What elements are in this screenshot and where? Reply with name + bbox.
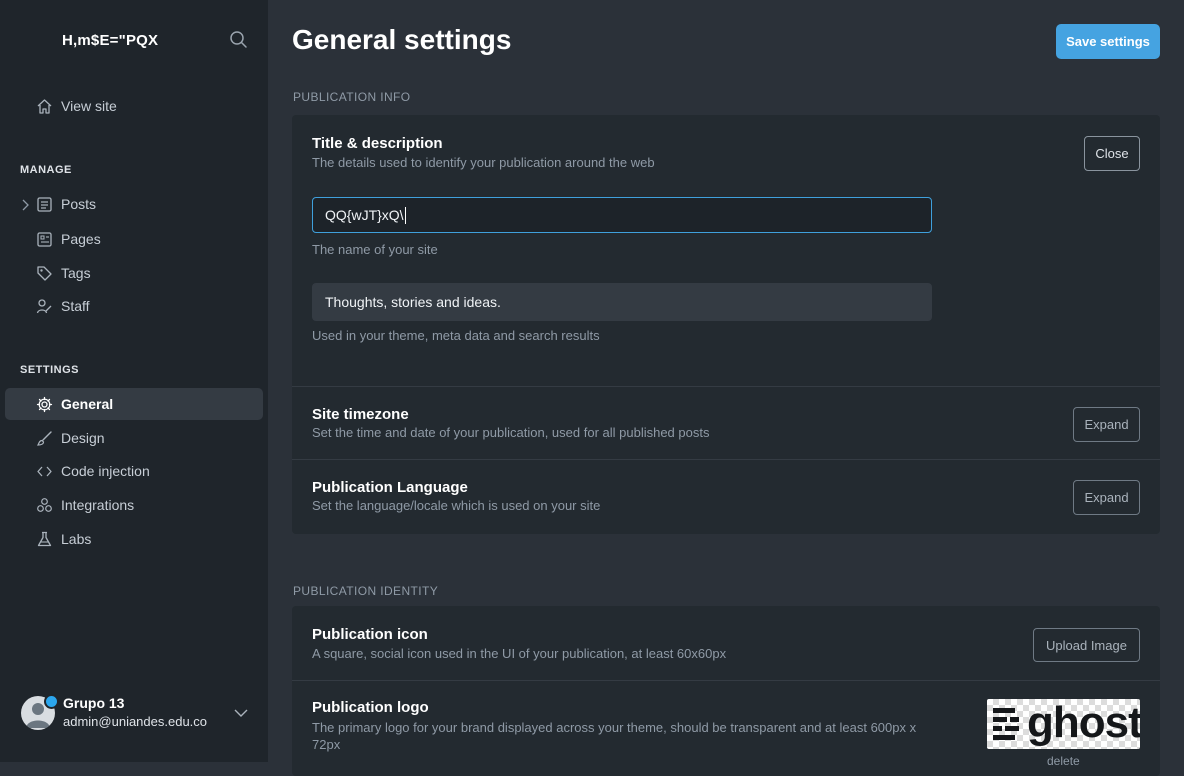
delete-logo-link[interactable]: delete [1047,754,1080,768]
nav-view-site-label: View site [61,98,117,114]
title-description-desc: The details used to identify your public… [312,155,655,170]
nav-tags-label: Tags [61,265,91,281]
nav-code-injection[interactable]: Code injection [5,455,263,487]
nav-tags[interactable]: Tags [5,257,263,289]
nav-labs-label: Labs [61,531,92,547]
nav-labs[interactable]: Labs [5,523,263,555]
nav-staff[interactable]: Staff [5,290,263,322]
nav-pages-label: Pages [61,231,101,247]
publication-info-card: Title & description The details used to … [292,115,1160,534]
sidebar-header: H,m$E="PQX [0,30,268,52]
timezone-title: Site timezone [312,406,409,423]
upload-icon-button[interactable]: Upload Image [1033,628,1140,662]
language-desc: Set the language/locale which is used on… [312,498,601,513]
publication-logo-desc: The primary logo for your brand displaye… [312,720,917,752]
brush-icon [36,430,53,447]
publication-identity-label: PUBLICATION IDENTITY [293,584,439,598]
manage-section-label: MANAGE [20,164,72,176]
site-description-input-value: Thoughts, stories and ideas. [325,294,501,310]
divider [292,459,1160,460]
timezone-desc: Set the time and date of your publicatio… [312,425,710,440]
nav-code-injection-label: Code injection [61,463,150,479]
gear-icon [36,396,53,413]
nav-integrations-label: Integrations [61,497,135,513]
publication-logo-image[interactable]: ghost [987,699,1140,749]
pages-icon [36,231,53,248]
site-title-input-value: QQ{wJT}xQ\ [325,207,404,223]
user-name: Grupo 13 [63,695,125,711]
nav-view-site[interactable]: View site [5,90,263,122]
nav-general[interactable]: General [5,388,263,420]
tag-icon [36,265,53,282]
divider [292,386,1160,387]
text-cursor [404,206,406,224]
search-icon[interactable] [229,30,249,50]
nav-design-label: Design [61,430,105,446]
posts-icon [36,196,53,213]
language-expand-button[interactable]: Expand [1073,480,1140,515]
nav-general-label: General [61,396,114,412]
save-settings-button[interactable]: Save settings [1056,24,1160,59]
home-icon [36,98,53,115]
site-title-hint: The name of your site [312,242,438,257]
language-title: Publication Language [312,479,468,496]
user-menu[interactable]: Grupo 13 admin@uniandes.edu.co [0,690,268,740]
ghost-logo-text: ghost [1027,699,1140,747]
sidebar: H,m$E="PQX View site MANAGE Posts Pages … [0,0,268,762]
chevron-right-icon[interactable] [20,198,30,211]
flask-icon [36,531,53,548]
staff-icon [36,298,53,315]
nav-posts-label: Posts [61,196,97,212]
nav-posts[interactable]: Posts [5,188,263,220]
settings-section-label: SETTINGS [20,364,80,376]
close-button[interactable]: Close [1084,136,1140,171]
user-email: admin@uniandes.edu.co [63,714,208,729]
title-description-title: Title & description [312,135,443,152]
site-title-input[interactable]: QQ{wJT}xQ\ [312,197,932,233]
nav-design[interactable]: Design [5,422,263,454]
publication-icon-title: Publication icon [312,626,428,643]
code-icon [36,463,53,480]
status-dot [44,694,59,709]
site-title[interactable]: H,m$E="PQX [62,32,158,49]
nav-staff-label: Staff [61,298,90,314]
publication-icon-desc: A square, social icon used in the UI of … [312,646,727,661]
chevron-down-icon[interactable] [233,706,249,718]
page-title: General settings [292,24,512,55]
nav-integrations[interactable]: Integrations [5,489,263,521]
publication-identity-card: Publication icon A square, social icon u… [292,606,1160,776]
publication-logo-title: Publication logo [312,699,429,716]
ghost-logo-icon [993,708,1019,740]
site-description-hint: Used in your theme, meta data and search… [312,328,600,343]
integrations-icon [36,497,53,514]
timezone-expand-button[interactable]: Expand [1073,407,1140,442]
site-description-input[interactable]: Thoughts, stories and ideas. [312,283,932,321]
publication-info-label: PUBLICATION INFO [293,90,411,104]
nav-pages[interactable]: Pages [5,223,263,255]
divider [292,680,1160,681]
